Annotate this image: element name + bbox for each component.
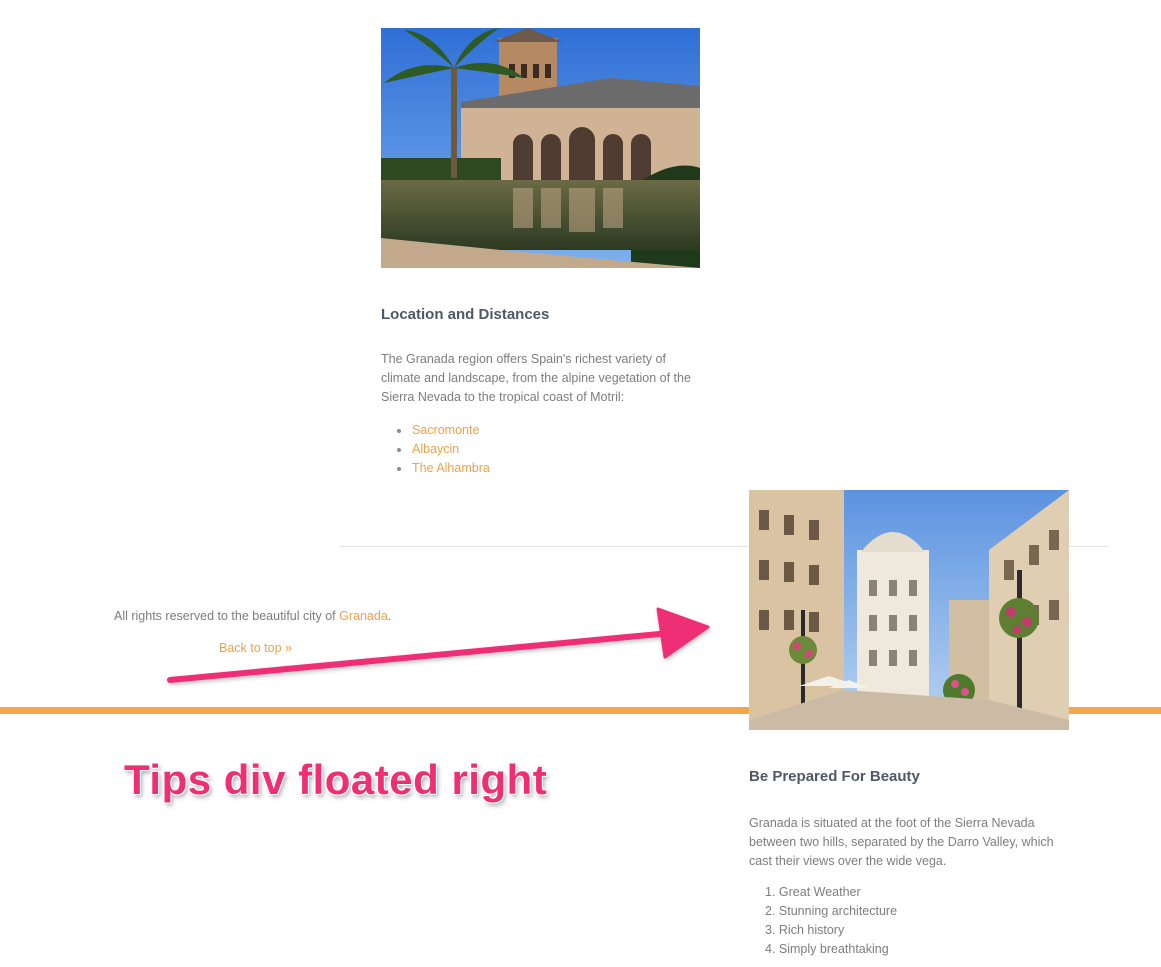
list-item: Sacromonte [397,421,490,440]
location-heading: Location and Distances [381,306,550,323]
tips-heading: Be Prepared For Beauty [749,768,920,785]
tips-description: Granada is situated at the foot of the S… [749,816,1054,868]
list-item: 1. Great Weather [765,883,897,902]
street-photo [749,490,1069,730]
alhambra-photo [381,28,700,268]
tip-label: Great Weather [778,885,861,899]
tip-label: Rich history [778,923,845,937]
tip-label: Stunning architecture [778,904,898,918]
annotation-arrow-icon [167,607,710,683]
tip-number: 1. [765,885,779,899]
tip-label: Simply breathtaking [778,942,889,956]
annotation-label: Tips div floated right [124,756,548,803]
alhambra-link[interactable]: The Alhambra [412,461,490,475]
bullet-icon [397,448,401,452]
albaycin-link[interactable]: Albaycin [412,442,459,456]
list-item: The Alhambra [397,459,490,478]
places-list: Sacromonte Albaycin The Alhambra [397,421,490,478]
list-item: Albaycin [397,440,490,459]
sacromonte-link[interactable]: Sacromonte [412,423,479,437]
tips-list: 1. Great Weather 2. Stunning architectur… [765,883,897,959]
list-item: 2. Stunning architecture [765,902,897,921]
tip-number: 2. [765,904,779,918]
tip-number: 4. [765,942,779,956]
tip-number: 3. [765,923,779,937]
location-description: The Granada region offers Spain's riches… [381,352,691,404]
list-item: 3. Rich history [765,921,897,940]
bullet-icon [397,429,401,433]
bullet-icon [397,467,401,471]
list-item: 4. Simply breathtaking [765,940,897,959]
